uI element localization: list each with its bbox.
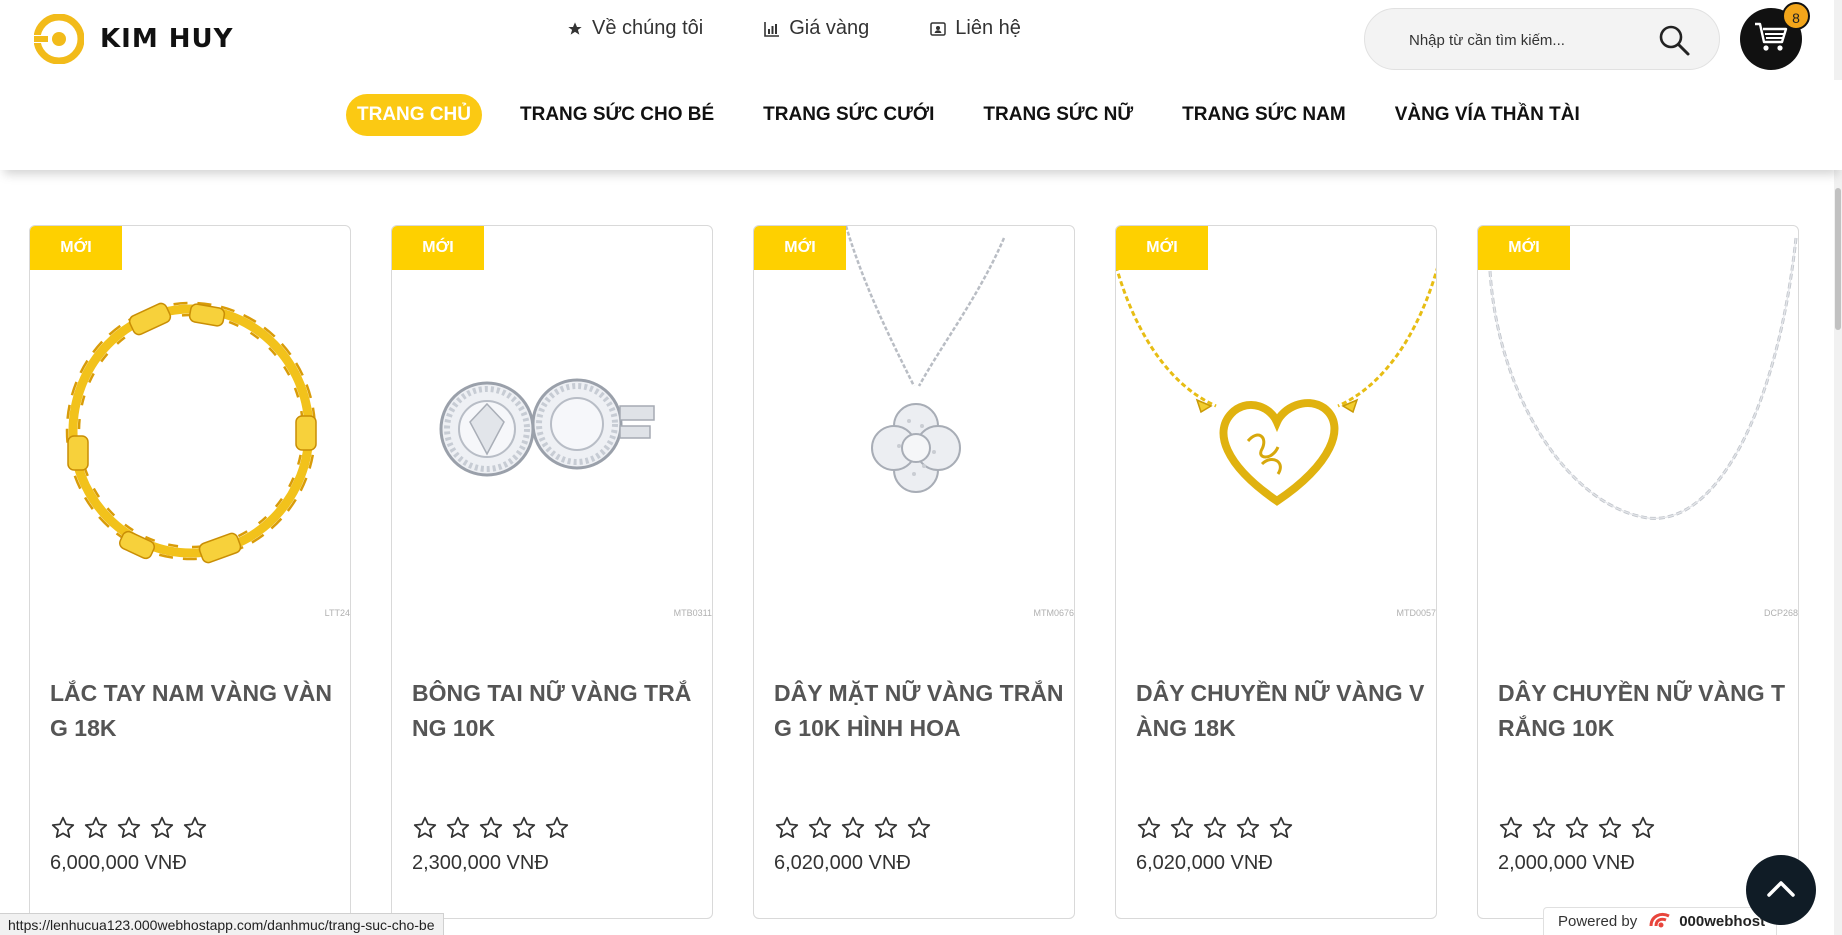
product-image-heart-necklace xyxy=(1116,265,1436,506)
star-outline-icon[interactable] xyxy=(116,815,142,841)
product-name[interactable]: LẮC TAY NAM VÀNG VÀNG 18K xyxy=(50,676,340,746)
powered-by-label: Powered by xyxy=(1558,913,1638,930)
scrollbar-thumb[interactable] xyxy=(1835,188,1841,330)
rating-stars xyxy=(412,815,570,841)
chevron-up-icon xyxy=(1766,878,1796,903)
star-outline-icon[interactable] xyxy=(1564,815,1590,841)
product-sku: DCP268 xyxy=(1763,608,1798,618)
page: KIM HUY Về chúng tôi Giá vàng Liên hệ Nh… xyxy=(0,0,1842,935)
star-outline-icon[interactable] xyxy=(1202,815,1228,841)
product-sku: MTB0311 xyxy=(673,608,712,618)
star-outline-icon[interactable] xyxy=(478,815,504,841)
product-price: 6,020,000 VNĐ xyxy=(774,852,911,874)
product-price: 2,300,000 VNĐ xyxy=(412,852,549,874)
star-outline-icon[interactable] xyxy=(445,815,471,841)
logo-icon xyxy=(33,13,85,65)
search-box xyxy=(1364,8,1720,70)
star-outline-icon[interactable] xyxy=(1498,815,1524,841)
product-price: 2,000,000 VNĐ xyxy=(1498,852,1635,874)
cart-count-badge: 8 xyxy=(1782,2,1810,30)
product-image-clover-pendant xyxy=(844,226,1006,493)
rating-stars xyxy=(1498,815,1656,841)
category-nav: TRANG CHỦ TRANG SỨC CHO BÉ TRANG SỨC CƯỚ… xyxy=(0,80,1842,170)
top-nav-contact[interactable]: Liên hệ xyxy=(929,17,1021,40)
star-outline-icon[interactable] xyxy=(873,815,899,841)
new-badge: MỚI xyxy=(754,226,846,270)
contact-card-icon xyxy=(929,20,947,38)
product-name[interactable]: BÔNG TAI NỮ VÀNG TRẮNG 10K xyxy=(412,676,702,746)
product-sku: LTT24 xyxy=(324,608,350,618)
product-image-diamond-earrings xyxy=(439,378,655,477)
product-card[interactable]: MỚI MTD0057 DÂY CHUYỀN NỮ VÀNG VÀNG 18K … xyxy=(1115,225,1437,919)
star-outline-icon[interactable] xyxy=(1169,815,1195,841)
star-outline-icon[interactable] xyxy=(840,815,866,841)
category-home[interactable]: TRANG CHỦ xyxy=(346,94,482,136)
bar-chart-icon xyxy=(763,20,781,38)
star-outline-icon[interactable] xyxy=(1235,815,1261,841)
rating-stars xyxy=(774,815,932,841)
product-name[interactable]: DÂY CHUYỀN NỮ VÀNG TRẮNG 10K xyxy=(1498,676,1788,746)
top-nav-gold-price[interactable]: Giá vàng xyxy=(763,17,869,40)
product-image-gold-bracelet xyxy=(65,301,317,564)
product-price: 6,020,000 VNĐ xyxy=(1136,852,1273,874)
top-nav-about-label: Về chúng tôi xyxy=(592,17,704,39)
star-icon xyxy=(566,20,584,38)
star-outline-icon[interactable] xyxy=(149,815,175,841)
new-badge: MỚI xyxy=(1478,226,1570,270)
rating-stars xyxy=(1136,815,1294,841)
logo-link[interactable]: KIM HUY xyxy=(33,13,234,65)
product-name[interactable]: DÂY MẶT NỮ VÀNG TRẮNG 10K HÌNH HOA xyxy=(774,676,1064,746)
category-list: TRANG CHỦ TRANG SỨC CHO BÉ TRANG SỨC CƯỚ… xyxy=(346,94,1618,136)
product-card[interactable]: MỚI LTT24 LẮC TAY NAM VÀNG VÀNG 18K 6,00… xyxy=(29,225,351,919)
search-icon[interactable] xyxy=(1657,23,1691,57)
star-outline-icon[interactable] xyxy=(1136,815,1162,841)
star-outline-icon[interactable] xyxy=(807,815,833,841)
category-lucky-gold[interactable]: VÀNG VÍA THẦN TÀI xyxy=(1384,94,1591,136)
product-name[interactable]: DÂY CHUYỀN NỮ VÀNG VÀNG 18K xyxy=(1136,676,1426,746)
top-nav-gold-price-label: Giá vàng xyxy=(789,17,870,39)
top-nav-about[interactable]: Về chúng tôi xyxy=(566,17,703,40)
search-input[interactable] xyxy=(1409,27,1649,53)
product-image-silver-chain xyxy=(1488,237,1798,520)
rating-stars xyxy=(50,815,208,841)
product-sku: MTM0676 xyxy=(1033,608,1074,618)
category-men-jewelry[interactable]: TRANG SỨC NAM xyxy=(1171,94,1357,136)
product-card[interactable]: MỚI MTM0676 DÂY MẶT NỮ VÀNG TRẮNG 10K HÌ… xyxy=(753,225,1075,919)
top-header: KIM HUY Về chúng tôi Giá vàng Liên hệ Nh… xyxy=(0,0,1842,80)
star-outline-icon[interactable] xyxy=(50,815,76,841)
top-nav-contact-label: Liên hệ xyxy=(955,17,1021,39)
category-wedding-jewelry[interactable]: TRANG SỨC CƯỚI xyxy=(752,94,945,136)
star-outline-icon[interactable] xyxy=(83,815,109,841)
back-to-top-button[interactable] xyxy=(1746,855,1816,925)
new-badge: MỚI xyxy=(392,226,484,270)
star-outline-icon[interactable] xyxy=(544,815,570,841)
star-outline-icon[interactable] xyxy=(1268,815,1294,841)
product-price: 6,000,000 VNĐ xyxy=(50,852,187,874)
webhost-logo-icon xyxy=(1647,910,1673,934)
star-outline-icon[interactable] xyxy=(774,815,800,841)
brand-name: KIM HUY xyxy=(100,24,234,54)
status-bar-url: https://lenhucua123.000webhostapp.com/da… xyxy=(0,913,444,935)
category-women-jewelry[interactable]: TRANG SỨC NỮ xyxy=(972,94,1144,136)
new-badge: MỚI xyxy=(1116,226,1208,270)
star-outline-icon[interactable] xyxy=(182,815,208,841)
top-nav: Về chúng tôi Giá vàng Liên hệ xyxy=(566,17,1081,40)
product-card[interactable]: MỚI MTB0311 BÔNG TAI NỮ VÀNG TRẮNG 10K 2… xyxy=(391,225,713,919)
category-kids-jewelry[interactable]: TRANG SỨC CHO BÉ xyxy=(509,94,725,136)
star-outline-icon[interactable] xyxy=(511,815,537,841)
star-outline-icon[interactable] xyxy=(1531,815,1557,841)
star-outline-icon[interactable] xyxy=(1630,815,1656,841)
powered-by-badge[interactable]: Powered by 000webhost xyxy=(1543,907,1777,935)
cart-icon xyxy=(1753,21,1789,58)
star-outline-icon[interactable] xyxy=(412,815,438,841)
star-outline-icon[interactable] xyxy=(906,815,932,841)
powered-by-brand: 000webhost xyxy=(1679,913,1766,930)
product-card[interactable]: MỚI DCP268 DÂY CHUYỀN NỮ VÀNG TRẮNG 10K … xyxy=(1477,225,1799,919)
new-badge: MỚI xyxy=(30,226,122,270)
product-sku: MTD0057 xyxy=(1396,608,1436,618)
star-outline-icon[interactable] xyxy=(1597,815,1623,841)
